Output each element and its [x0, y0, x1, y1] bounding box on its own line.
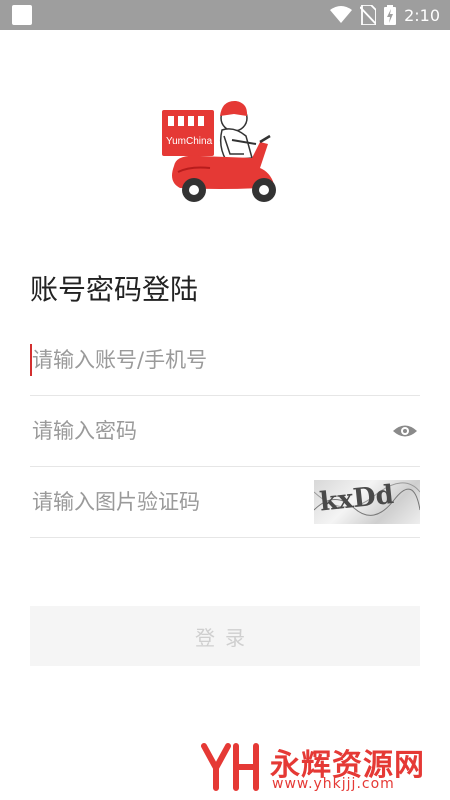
captcha-field-row: kxDd	[30, 466, 420, 538]
status-indicators: 2:10	[330, 0, 440, 30]
battery-charging-icon	[384, 5, 397, 25]
watermark-logo-icon	[201, 743, 259, 791]
account-field-row	[30, 324, 420, 396]
no-sim-icon	[360, 5, 377, 25]
page-title: 账号密码登陆	[30, 273, 199, 306]
delivery-scooter-icon: YumChina	[162, 100, 276, 202]
login-button[interactable]: 登录	[30, 606, 420, 666]
logo-text: YumChina	[166, 136, 213, 147]
eye-icon[interactable]	[392, 420, 418, 442]
password-field-row	[30, 395, 420, 467]
status-bar: 2:10	[0, 0, 450, 30]
password-input[interactable]	[30, 395, 420, 466]
watermark: 永辉资源网 www.yhkjjj.com	[200, 736, 440, 796]
status-time: 2:10	[404, 5, 440, 25]
app-notification-icon	[12, 5, 32, 25]
watermark-url: www.yhkjjj.com	[272, 776, 395, 792]
app-logo: YumChina	[160, 96, 290, 208]
captcha-image[interactable]: kxDd	[314, 480, 420, 524]
captcha-text: kxDd	[318, 480, 395, 518]
account-input[interactable]	[30, 324, 420, 395]
wifi-icon	[330, 6, 353, 23]
